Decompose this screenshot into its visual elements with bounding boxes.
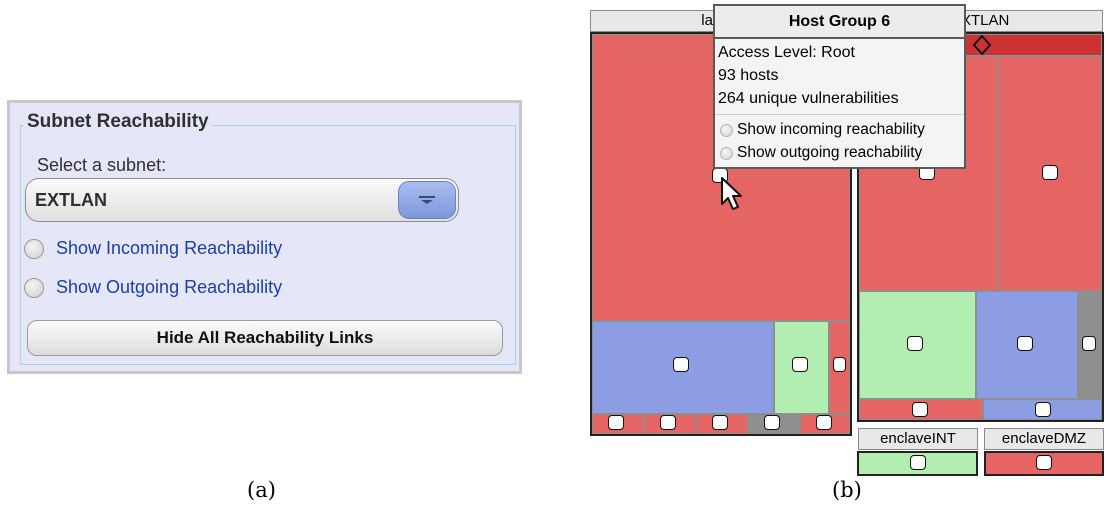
popup-incoming-label[interactable]: Show incoming reachability <box>737 121 925 139</box>
outgoing-radio[interactable] <box>24 277 44 298</box>
outgoing-radio-label[interactable]: Show Outgoing Reachability <box>56 277 282 298</box>
incoming-reachability-option[interactable]: Show Incoming Reachability <box>24 238 282 259</box>
subnet-select-value: EXTLAN <box>35 190 107 210</box>
popup-divider <box>715 114 964 115</box>
host-group-popup: Host Group 6 Access Level: Root 93 hosts… <box>713 4 966 169</box>
diamond-icon[interactable] <box>972 35 992 55</box>
host-group-node[interactable] <box>712 415 728 430</box>
popup-access-level: Access Level: Root <box>718 44 855 61</box>
host-group-node[interactable] <box>833 357 846 372</box>
host-group-node[interactable] <box>910 455 926 470</box>
popup-outgoing-label[interactable]: Show outgoing reachability <box>737 144 922 162</box>
panel-title: Subnet Reachability <box>24 111 212 133</box>
popup-vuln-count: 264 unique vulnerabilities <box>718 90 899 107</box>
host-group-node[interactable] <box>1036 455 1052 470</box>
enclave-int-label[interactable]: enclaveINT <box>858 428 978 450</box>
enclave-dmz-label[interactable]: enclaveDMZ <box>984 428 1104 450</box>
incoming-radio-label[interactable]: Show Incoming Reachability <box>56 238 282 259</box>
host-group-node[interactable] <box>1035 402 1051 417</box>
incoming-radio[interactable] <box>24 238 44 259</box>
host-group-node[interactable] <box>608 415 624 430</box>
popup-incoming-radio[interactable] <box>720 124 733 137</box>
host-group-node[interactable] <box>907 336 923 351</box>
subnet-header-extlan-label: XTLAN <box>961 12 1010 29</box>
outgoing-reachability-option[interactable]: Show Outgoing Reachability <box>24 277 282 298</box>
host-group-node[interactable] <box>673 357 689 372</box>
host-group-node[interactable] <box>1082 336 1096 351</box>
popup-host-count: 93 hosts <box>718 67 779 84</box>
select-subnet-label: Select a subnet: <box>37 155 167 175</box>
triangle-down-icon <box>419 196 435 204</box>
host-group-node[interactable] <box>1042 165 1058 180</box>
popup-outgoing-radio[interactable] <box>720 147 733 160</box>
mouse-pointer-icon <box>721 177 742 210</box>
host-group-node[interactable] <box>764 415 780 430</box>
subnet-select[interactable]: EXTLAN <box>25 178 459 222</box>
hide-all-links-button[interactable]: Hide All Reachability Links <box>27 320 503 356</box>
caption-b: (b) <box>832 478 862 502</box>
popup-title: Host Group 6 <box>715 6 964 39</box>
host-group-node[interactable] <box>660 415 676 430</box>
host-group-node[interactable] <box>1017 336 1033 351</box>
dropdown-button[interactable] <box>398 181 456 219</box>
caption-a: (a) <box>247 478 276 502</box>
host-group-node[interactable] <box>792 357 808 372</box>
host-group-node[interactable] <box>912 402 928 417</box>
host-group-node[interactable] <box>816 415 832 430</box>
